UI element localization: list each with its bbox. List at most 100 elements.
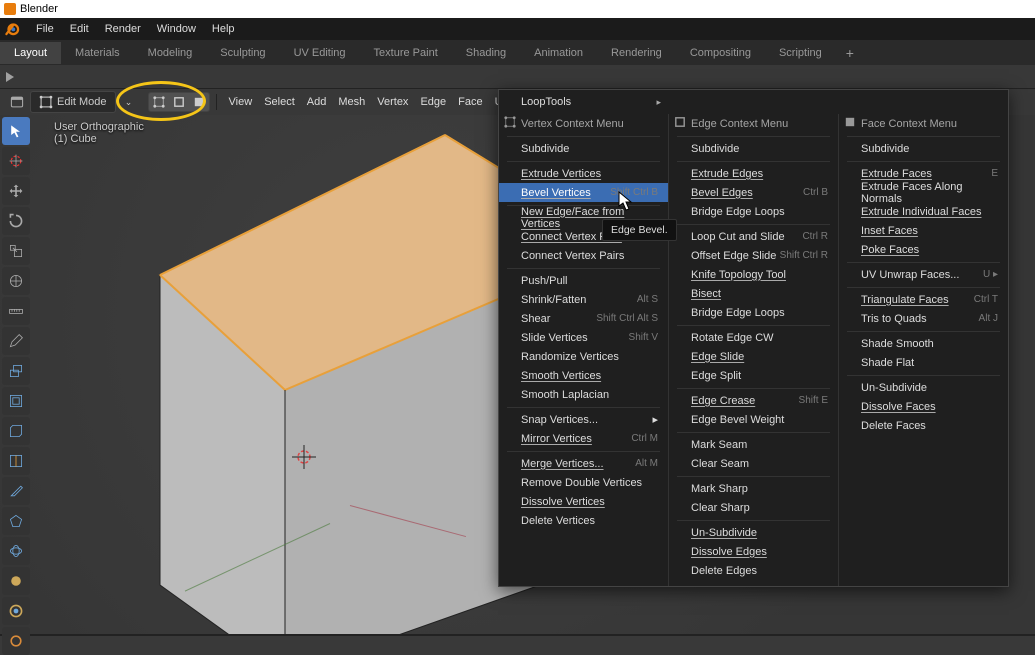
menu-item-un-subdivide[interactable]: Un-Subdivide	[839, 378, 1008, 397]
tab-texture-paint[interactable]: Texture Paint	[360, 42, 452, 64]
face-select-mode[interactable]	[189, 93, 209, 111]
header-menu-select[interactable]: Select	[258, 93, 301, 111]
tab-animation[interactable]: Animation	[520, 42, 597, 64]
menu-item-snap-vertices-[interactable]: Snap Vertices...▸	[499, 410, 668, 429]
menu-item-shrink-fatten[interactable]: Shrink/FattenAlt S	[499, 290, 668, 309]
tab-sculpting[interactable]: Sculpting	[206, 42, 279, 64]
menu-item-subdivide[interactable]: Subdivide	[839, 139, 1008, 158]
looptools-submenu[interactable]: LoopTools▸	[499, 93, 669, 112]
smooth-tool[interactable]	[2, 567, 30, 595]
menu-item-rotate-edge-cw[interactable]: Rotate Edge CW	[669, 328, 838, 347]
vertex-select-mode[interactable]	[149, 93, 169, 111]
menu-item-merge-vertices-[interactable]: Merge Vertices...Alt M	[499, 454, 668, 473]
menu-window[interactable]: Window	[149, 20, 204, 38]
menu-item-triangulate-faces[interactable]: Triangulate FacesCtrl T	[839, 290, 1008, 309]
menu-item-subdivide[interactable]: Subdivide	[499, 139, 668, 158]
move-tool[interactable]	[2, 177, 30, 205]
menu-item-tris-to-quads[interactable]: Tris to QuadsAlt J	[839, 309, 1008, 328]
menu-file[interactable]: File	[28, 20, 62, 38]
menu-item-extrude-vertices[interactable]: Extrude Vertices	[499, 164, 668, 183]
tab-rendering[interactable]: Rendering	[597, 42, 676, 64]
edge-select-mode[interactable]	[169, 93, 189, 111]
menu-item-edge-split[interactable]: Edge Split	[669, 366, 838, 385]
tab-compositing[interactable]: Compositing	[676, 42, 765, 64]
menu-item-mark-seam[interactable]: Mark Seam	[669, 435, 838, 454]
mode-options-dropdown[interactable]: ⌄	[118, 92, 140, 112]
menu-item-bevel-vertices[interactable]: Bevel VerticesShift Ctrl B	[499, 183, 668, 202]
spin-tool[interactable]	[2, 537, 30, 565]
menu-item-mark-sharp[interactable]: Mark Sharp	[669, 479, 838, 498]
menu-item-shade-smooth[interactable]: Shade Smooth	[839, 334, 1008, 353]
edge-slide-tool[interactable]	[2, 597, 30, 625]
menu-item-clear-seam[interactable]: Clear Seam	[669, 454, 838, 473]
header-menu-edge[interactable]: Edge	[414, 93, 452, 111]
extrude-tool[interactable]	[2, 357, 30, 385]
menu-item-dissolve-edges[interactable]: Dissolve Edges	[669, 542, 838, 561]
tab-materials[interactable]: Materials	[61, 42, 134, 64]
play-icon[interactable]	[6, 72, 14, 82]
editor-type-dropdown[interactable]	[6, 92, 28, 112]
menu-item-subdivide[interactable]: Subdivide	[669, 139, 838, 158]
annotate-tool[interactable]	[2, 327, 30, 355]
scale-tool[interactable]	[2, 237, 30, 265]
inset-tool[interactable]	[2, 387, 30, 415]
menu-item-smooth-vertices[interactable]: Smooth Vertices	[499, 366, 668, 385]
menu-item-loop-cut-and-slide[interactable]: Loop Cut and SlideCtrl R	[669, 227, 838, 246]
tab-layout[interactable]: Layout	[0, 42, 61, 64]
header-menu-mesh[interactable]: Mesh	[332, 93, 371, 111]
menu-item-poke-faces[interactable]: Poke Faces	[839, 240, 1008, 259]
menu-item-bridge-edge-loops[interactable]: Bridge Edge Loops	[669, 202, 838, 221]
3d-viewport[interactable]: User Orthographic (1) Cube	[0, 115, 1035, 636]
interaction-mode-dropdown[interactable]: Edit Mode	[30, 91, 116, 113]
menu-item-bridge-edge-loops[interactable]: Bridge Edge Loops	[669, 303, 838, 322]
menu-item-randomize-vertices[interactable]: Randomize Vertices	[499, 347, 668, 366]
menu-item-clear-sharp[interactable]: Clear Sharp	[669, 498, 838, 517]
menu-item-dissolve-vertices[interactable]: Dissolve Vertices	[499, 492, 668, 511]
cursor-tool[interactable]	[2, 147, 30, 175]
menu-item-push-pull[interactable]: Push/Pull	[499, 271, 668, 290]
select-box-tool[interactable]	[2, 117, 30, 145]
menu-item-connect-vertex-pairs[interactable]: Connect Vertex Pairs	[499, 246, 668, 265]
tab-uv-editing[interactable]: UV Editing	[280, 42, 360, 64]
menu-item-delete-vertices[interactable]: Delete Vertices	[499, 511, 668, 530]
menu-item-inset-faces[interactable]: Inset Faces	[839, 221, 1008, 240]
knife-tool[interactable]	[2, 477, 30, 505]
tab-modeling[interactable]: Modeling	[134, 42, 207, 64]
menu-item-delete-faces[interactable]: Delete Faces	[839, 416, 1008, 435]
rotate-tool[interactable]	[2, 207, 30, 235]
menu-item-edge-bevel-weight[interactable]: Edge Bevel Weight	[669, 410, 838, 429]
menu-item-knife-topology-tool[interactable]: Knife Topology Tool	[669, 265, 838, 284]
tab-shading[interactable]: Shading	[452, 42, 520, 64]
menu-item-uv-unwrap-faces-[interactable]: UV Unwrap Faces...U ▸	[839, 265, 1008, 284]
menu-item-edge-slide[interactable]: Edge Slide	[669, 347, 838, 366]
header-menu-face[interactable]: Face	[452, 93, 488, 111]
measure-tool[interactable]	[2, 297, 30, 325]
menu-item-slide-vertices[interactable]: Slide VerticesShift V	[499, 328, 668, 347]
menu-item-remove-double-vertices[interactable]: Remove Double Vertices	[499, 473, 668, 492]
menu-item-mirror-vertices[interactable]: Mirror VerticesCtrl M	[499, 429, 668, 448]
menu-item-dissolve-faces[interactable]: Dissolve Faces	[839, 397, 1008, 416]
menu-help[interactable]: Help	[204, 20, 243, 38]
menu-item-offset-edge-slide[interactable]: Offset Edge SlideShift Ctrl R	[669, 246, 838, 265]
menu-item-extrude-edges[interactable]: Extrude Edges	[669, 164, 838, 183]
menu-item-smooth-laplacian[interactable]: Smooth Laplacian	[499, 385, 668, 404]
shrink-fatten-tool[interactable]	[2, 627, 30, 655]
transform-tool[interactable]	[2, 267, 30, 295]
poly-build-tool[interactable]	[2, 507, 30, 535]
header-menu-add[interactable]: Add	[301, 93, 333, 111]
menu-item-delete-edges[interactable]: Delete Edges	[669, 561, 838, 580]
menu-item-bisect[interactable]: Bisect	[669, 284, 838, 303]
menu-item-shade-flat[interactable]: Shade Flat	[839, 353, 1008, 372]
bevel-tool[interactable]	[2, 417, 30, 445]
header-menu-view[interactable]: View	[223, 93, 259, 111]
header-menu-vertex[interactable]: Vertex	[371, 93, 414, 111]
menu-item-shear[interactable]: ShearShift Ctrl Alt S	[499, 309, 668, 328]
menu-item-bevel-edges[interactable]: Bevel EdgesCtrl B	[669, 183, 838, 202]
menu-item-edge-crease[interactable]: Edge CreaseShift E	[669, 391, 838, 410]
tab-scripting[interactable]: Scripting	[765, 42, 836, 64]
menu-item-un-subdivide[interactable]: Un-Subdivide	[669, 523, 838, 542]
menu-edit[interactable]: Edit	[62, 20, 97, 38]
menu-render[interactable]: Render	[97, 20, 149, 38]
menu-item-extrude-individual-faces[interactable]: Extrude Individual Faces	[839, 202, 1008, 221]
menu-item-extrude-faces-along-normals[interactable]: Extrude Faces Along Normals	[839, 183, 1008, 202]
